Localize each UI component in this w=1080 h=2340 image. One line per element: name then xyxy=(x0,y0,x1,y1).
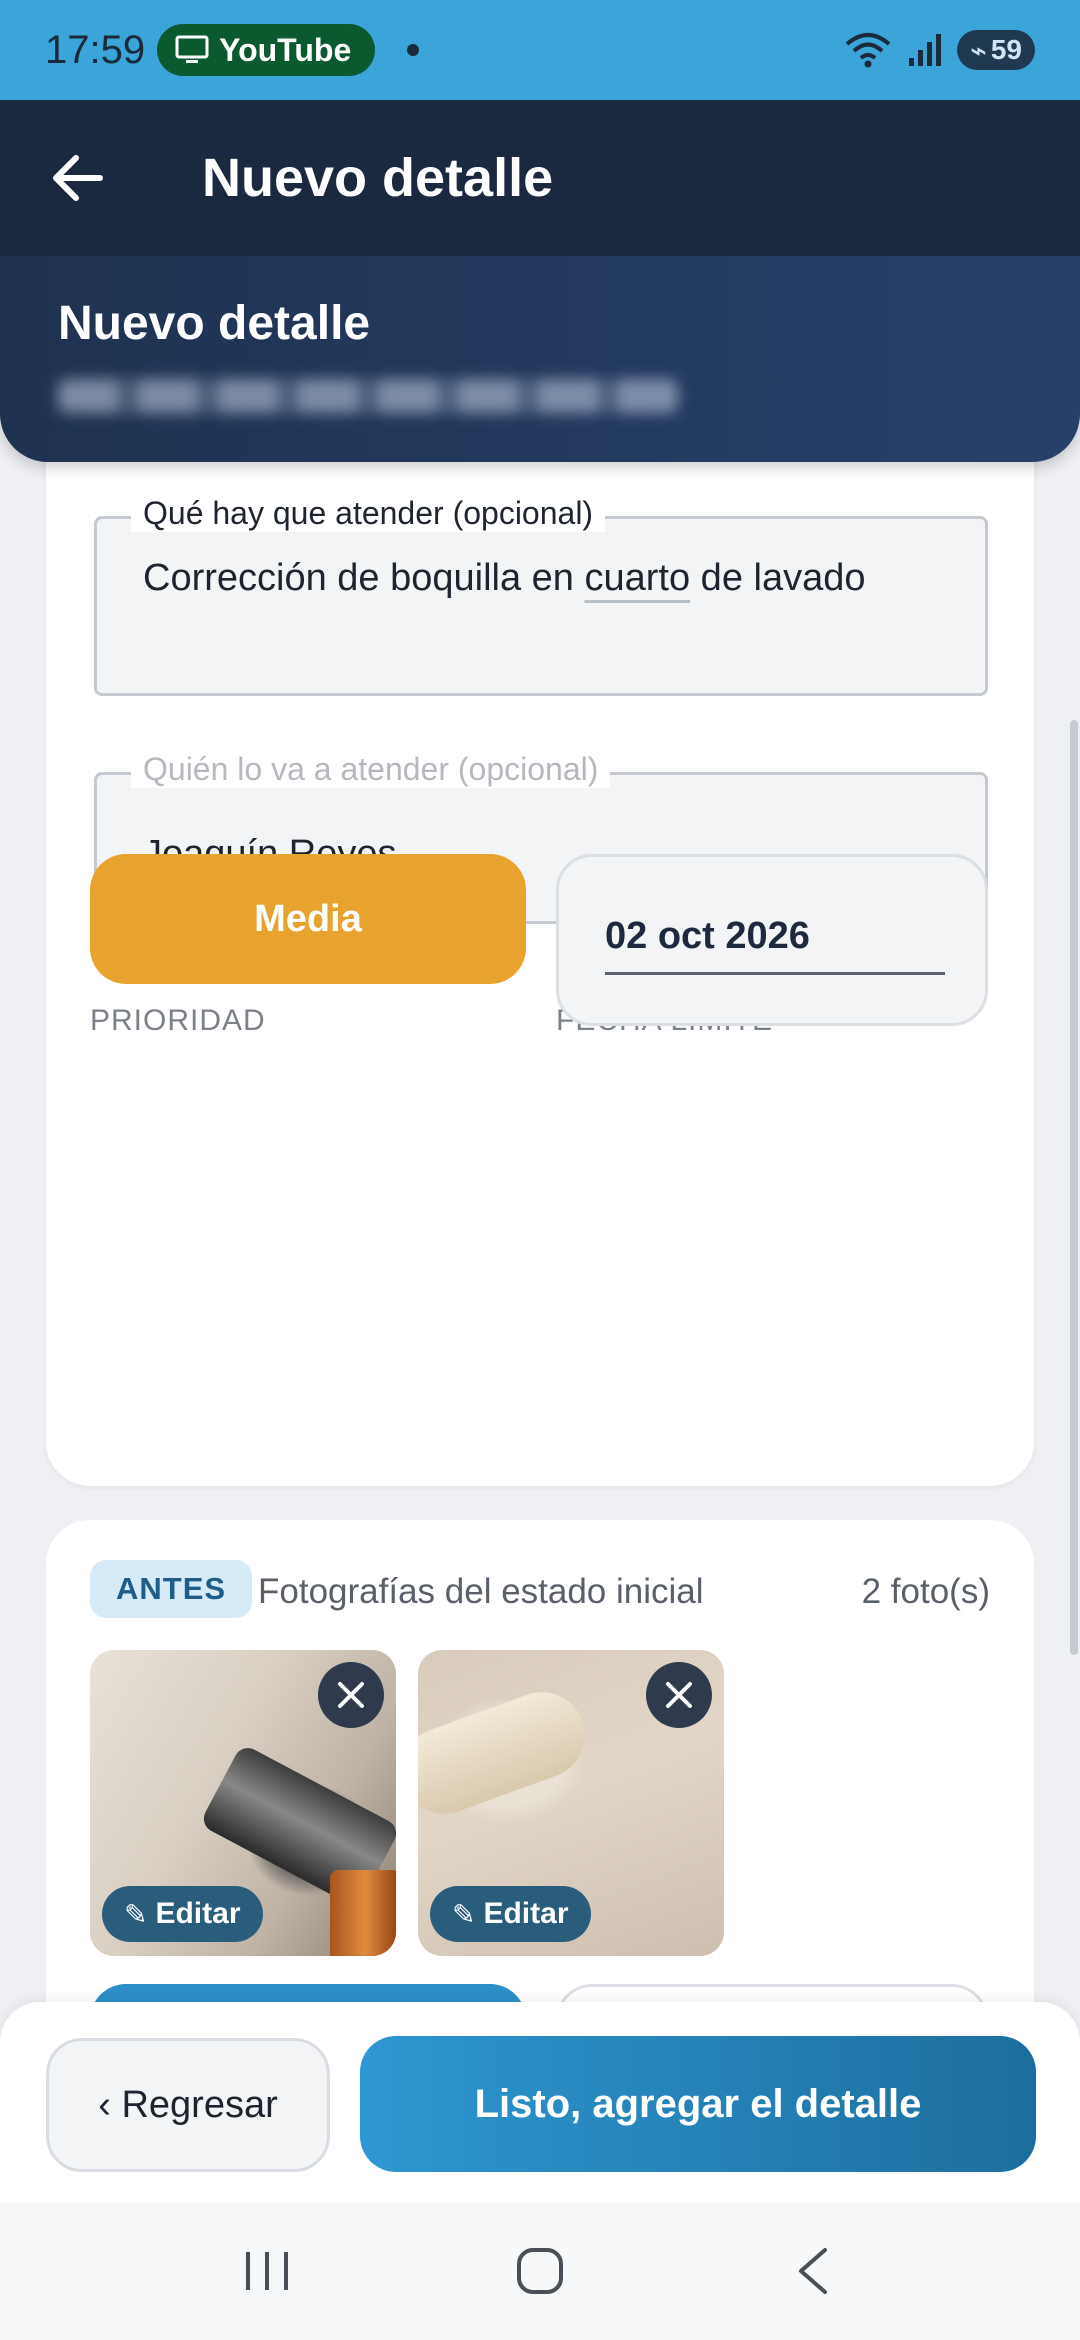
who-attends-label: Quién lo va a atender (opcional) xyxy=(131,751,611,788)
back-action-button[interactable]: ‹ Regresar xyxy=(46,2038,330,2172)
photo-content xyxy=(418,1680,597,1826)
priority-label: PRIORIDAD xyxy=(90,1004,266,1037)
blurred-subtitle xyxy=(58,379,678,413)
antes-badge: ANTES xyxy=(90,1560,253,1618)
arrow-left-icon xyxy=(53,155,103,201)
remove-photo-button[interactable] xyxy=(318,1662,384,1728)
what-to-attend-field[interactable]: Qué hay que atender (opcional) Correcció… xyxy=(94,495,988,696)
photos-card: ANTES Fotografías del estado inicial 2 f… xyxy=(46,1520,1034,2002)
scrollbar[interactable] xyxy=(1070,720,1078,1655)
add-photo-button[interactable] xyxy=(90,1984,526,2002)
edit-photo-label: Editar xyxy=(155,1897,241,1930)
home-icon xyxy=(516,2248,563,2294)
close-icon xyxy=(666,1682,692,1708)
system-nav-bar xyxy=(0,2202,1080,2340)
status-time: 17:59 xyxy=(45,27,146,72)
youtube-pill[interactable]: YouTube xyxy=(157,24,376,76)
edit-photo-button[interactable]: ✎ Editar xyxy=(430,1886,591,1942)
app-bar-title: Nuevo detalle xyxy=(202,148,554,208)
wifi-icon xyxy=(845,33,891,68)
deadline-value: 02 oct 2026 xyxy=(605,915,945,975)
what-to-attend-label: Qué hay que atender (opcional) xyxy=(131,495,606,532)
status-bar: 17:59 YouTube ⌁ 59 xyxy=(0,0,1080,100)
home-button[interactable] xyxy=(500,2231,580,2311)
youtube-pill-label: YouTube xyxy=(219,31,352,68)
photo-thumbnail[interactable]: ✎ Editar xyxy=(418,1650,724,1956)
secondary-photo-button[interactable] xyxy=(556,1984,988,2002)
battery-level: 59 xyxy=(990,34,1022,65)
header-title: Nuevo detalle xyxy=(58,297,371,350)
edit-photo-label: Editar xyxy=(483,1897,569,1930)
recent-apps-button[interactable] xyxy=(227,2231,307,2311)
signal-icon xyxy=(909,34,941,66)
battery-indicator: ⌁ 59 xyxy=(957,30,1035,70)
header-card: Nuevo detalle xyxy=(0,256,1080,462)
bottom-action-bar: ‹ Regresar Listo, agregar el detalle xyxy=(0,2002,1080,2202)
chevron-left-icon xyxy=(799,2248,828,2294)
what-to-attend-value: Corrección de boquilla en cuarto de lava… xyxy=(143,557,866,599)
photo-content xyxy=(330,1870,396,1956)
pencil-icon: ✎ xyxy=(124,1898,148,1930)
deadline-field[interactable]: 02 oct 2026 xyxy=(556,854,988,1026)
edit-photo-button[interactable]: ✎ Editar xyxy=(102,1886,263,1942)
notification-dot xyxy=(407,44,420,56)
photos-count: 2 foto(s) xyxy=(861,1572,990,1611)
app-bar: Nuevo detalle xyxy=(0,100,1080,256)
remove-photo-button[interactable] xyxy=(646,1662,712,1728)
photos-description: Fotografías del estado inicial xyxy=(258,1572,704,1611)
priority-selector[interactable]: Media xyxy=(90,854,526,984)
form-scroll-area[interactable]: Qué hay que atender (opcional) Correcció… xyxy=(0,462,1080,2002)
screen-cast-icon xyxy=(175,35,209,63)
back-button[interactable] xyxy=(18,118,138,238)
photo-thumbnail[interactable]: ✎ Editar xyxy=(90,1650,396,1956)
recent-apps-icon xyxy=(245,2252,288,2290)
system-back-button[interactable] xyxy=(773,2231,853,2311)
battery-saver-icon: ⌁ xyxy=(969,34,987,66)
close-icon xyxy=(338,1682,364,1708)
pencil-icon: ✎ xyxy=(452,1898,476,1930)
add-detail-button[interactable]: Listo, agregar el detalle xyxy=(360,2036,1036,2172)
